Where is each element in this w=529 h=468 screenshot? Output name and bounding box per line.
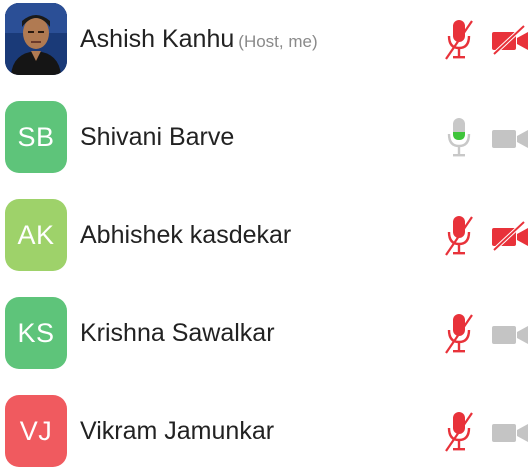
mic-active-icon[interactable]	[444, 116, 474, 160]
name-text: Krishna Sawalkar	[80, 319, 275, 347]
participant-list: Ashish Kanhu(Host, me) SB Shivani Barve	[0, 0, 529, 468]
name-text: Vikram Jamunkar	[80, 417, 275, 445]
participant-row[interactable]: VJ Vikram Jamunkar	[0, 392, 529, 468]
participant-name: Shivani Barve	[80, 122, 234, 152]
name-text: Abhishek kasdekar	[80, 221, 292, 249]
camera-off-icon[interactable]	[490, 24, 529, 56]
mic-muted-icon[interactable]	[444, 312, 474, 356]
mic-muted-icon[interactable]	[444, 214, 474, 258]
participant-row[interactable]: KS Krishna Sawalkar	[0, 294, 529, 374]
participant-name: Ashish Kanhu (Host, me)	[80, 24, 318, 57]
avatar[interactable]: SB	[5, 101, 67, 173]
camera-on-icon[interactable]	[490, 416, 529, 448]
name-text: Shivani Barve	[80, 123, 235, 151]
participant-row[interactable]: Ashish Kanhu (Host, me)	[0, 0, 529, 80]
camera-off-icon[interactable]	[490, 220, 529, 252]
avatar-photo	[5, 3, 67, 75]
participant-row[interactable]: SB Shivani Barve	[0, 98, 529, 178]
camera-on-icon[interactable]	[490, 318, 529, 350]
avatar[interactable]: VJ	[5, 395, 67, 467]
avatar[interactable]: AK	[5, 199, 67, 271]
camera-on-icon[interactable]	[490, 122, 529, 154]
participant-name: Vikram Jamunkar	[80, 416, 274, 446]
name-text: Ashish Kanhu	[80, 25, 235, 53]
host-tag: (Host, me)	[238, 32, 318, 51]
mic-muted-icon[interactable]	[444, 18, 474, 62]
avatar[interactable]: KS	[5, 297, 67, 369]
participant-row[interactable]: AK Abhishek kasdekar	[0, 196, 529, 276]
avatar[interactable]	[5, 3, 67, 75]
participant-name: Abhishek kasdekar	[80, 220, 291, 250]
mic-muted-icon[interactable]	[444, 410, 474, 454]
participant-name: Krishna Sawalkar	[80, 318, 275, 348]
